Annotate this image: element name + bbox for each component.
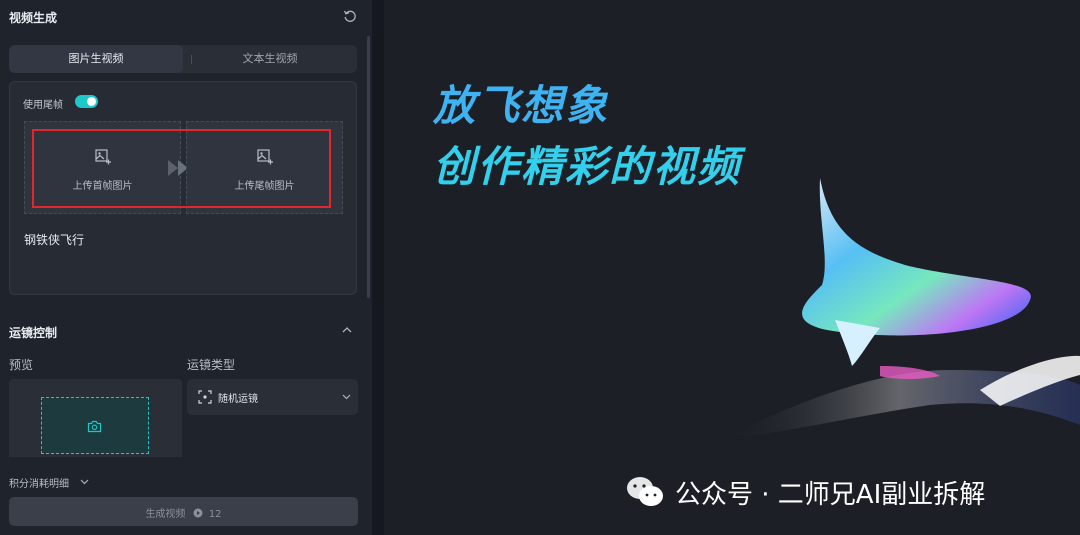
headline-primary: 放飞想象 [433, 81, 610, 130]
tab-text-to-video[interactable]: 文本生视频 [183, 45, 357, 73]
camera-control-title: 运镜控制 [9, 326, 58, 340]
panel-scrollbar[interactable] [367, 36, 370, 298]
generate-cost: 12 [208, 509, 222, 520]
points-detail-toggle[interactable]: 积分消耗明细 [9, 475, 69, 490]
panel-divider [372, 0, 384, 535]
refresh-icon[interactable] [343, 9, 357, 23]
preview-label: 预览 [9, 358, 34, 372]
chevron-down-icon[interactable] [80, 479, 89, 485]
toggle-knob [87, 97, 96, 106]
preview-stage: 放飞想象 创作精彩的视频 公众号 · 二师兄AI副业拆解 [385, 0, 1080, 535]
camera-type-select[interactable]: 随机运镜 [187, 379, 358, 415]
generate-button-content: 生成视频 12 [9, 505, 358, 520]
tab-image-to-video[interactable]: 图片生视频 [9, 45, 183, 73]
upload-first-label: 上传首帧图片 [72, 181, 133, 192]
spinning-top-image [720, 178, 1080, 440]
upload-last-frame[interactable]: 上传尾帧图片 [186, 121, 343, 214]
tail-frame-toggle[interactable] [75, 95, 98, 108]
image-upload-icon [257, 149, 273, 165]
chevron-up-icon[interactable] [341, 326, 353, 334]
wechat-icon [627, 477, 663, 506]
watermark-text: 公众号 · 二师兄AI副业拆解 [675, 479, 986, 510]
generate-video-button[interactable]: 生成视频 12 [9, 497, 358, 526]
image-upload-icon [95, 149, 111, 165]
generate-label: 生成视频 [145, 509, 186, 520]
focus-frame-icon [198, 390, 212, 404]
tail-frame-label: 使用尾帧 [23, 100, 63, 111]
camera-type-value: 随机运镜 [218, 394, 258, 405]
mode-tabs: 图片生视频 文本生视频 [9, 45, 357, 73]
panel-title: 视频生成 [9, 11, 58, 25]
points-coin-icon [193, 508, 203, 518]
upload-first-frame[interactable]: 上传首帧图片 [24, 121, 181, 214]
camera-type-label: 运镜类型 [187, 358, 236, 372]
prompt-text[interactable]: 钢铁侠飞行 [24, 231, 84, 248]
camera-icon [87, 420, 102, 433]
upload-last-label: 上传尾帧图片 [234, 181, 295, 192]
chevron-down-icon [342, 394, 351, 400]
wechat-watermark: 公众号 · 二师兄AI副业拆解 [625, 472, 985, 512]
